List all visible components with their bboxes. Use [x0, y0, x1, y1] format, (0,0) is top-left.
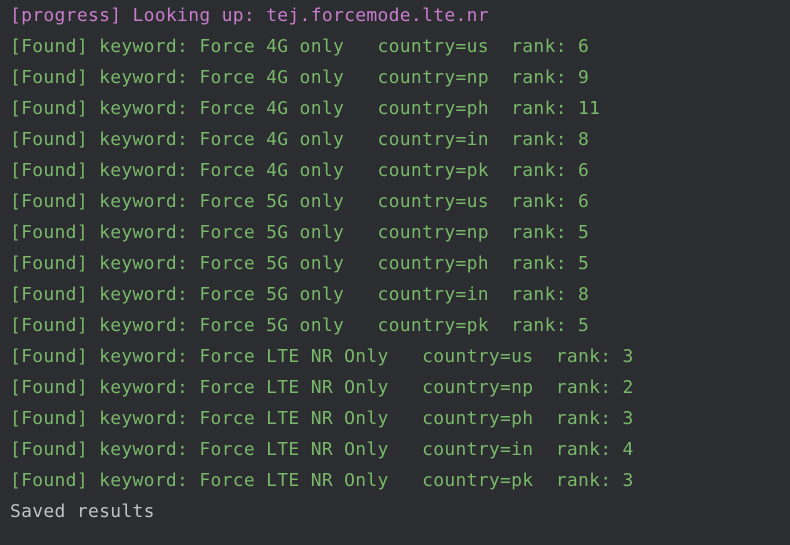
result-line: [Found] keyword: Force 4G only country=i…: [10, 129, 590, 150]
progress-line: [progress] Looking up: tej.forcemode.lte…: [10, 5, 489, 26]
result-line: [Found] keyword: Force 5G only country=n…: [10, 222, 590, 243]
saved-line: Saved results: [10, 501, 155, 522]
result-line: [Found] keyword: Force 4G only country=p…: [10, 98, 601, 119]
result-line: [Found] keyword: Force 5G only country=i…: [10, 284, 590, 305]
result-line: [Found] keyword: Force 5G only country=p…: [10, 315, 590, 336]
result-line: [Found] keyword: Force 4G only country=n…: [10, 67, 590, 88]
terminal-output: [progress] Looking up: tej.forcemode.lte…: [0, 0, 790, 545]
result-line: [Found] keyword: Force LTE NR Only count…: [10, 408, 634, 429]
result-line: [Found] keyword: Force LTE NR Only count…: [10, 346, 634, 367]
result-line: [Found] keyword: Force LTE NR Only count…: [10, 439, 634, 460]
result-line: [Found] keyword: Force 4G only country=p…: [10, 160, 590, 181]
result-line: [Found] keyword: Force LTE NR Only count…: [10, 377, 634, 398]
result-line: [Found] keyword: Force LTE NR Only count…: [10, 470, 634, 491]
result-line: [Found] keyword: Force 4G only country=u…: [10, 36, 590, 57]
result-line: [Found] keyword: Force 5G only country=p…: [10, 253, 590, 274]
result-line: [Found] keyword: Force 5G only country=u…: [10, 191, 590, 212]
